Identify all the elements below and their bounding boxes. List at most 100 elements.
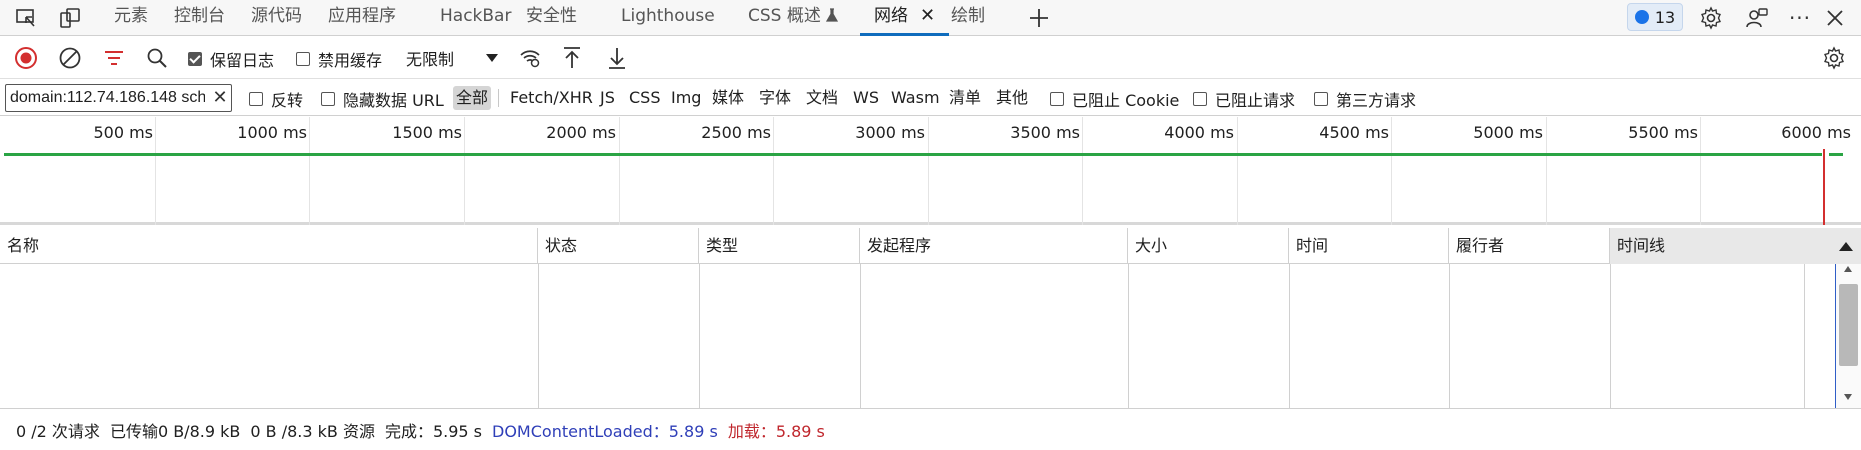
status-load-time: 加载：5.89 s bbox=[727, 421, 825, 441]
record-stop-icon[interactable] bbox=[12, 44, 40, 72]
scrollbar-thumb[interactable] bbox=[1839, 284, 1858, 366]
issues-badge[interactable]: 13 bbox=[1627, 3, 1683, 31]
column-header-status[interactable]: 状态 bbox=[538, 228, 699, 264]
throttling-select[interactable]: 无限制 bbox=[400, 45, 502, 71]
overview-gridline bbox=[928, 117, 929, 225]
settings-gear-icon[interactable] bbox=[1697, 4, 1725, 32]
column-header-time[interactable]: 时间 bbox=[1289, 228, 1449, 264]
status-request-count: 0 /2 次请求 bbox=[16, 421, 100, 441]
filter-type-doc[interactable]: 文档 bbox=[803, 86, 841, 110]
table-vertical-scrollbar[interactable] bbox=[1836, 264, 1861, 408]
filter-type-all[interactable]: 全部 bbox=[453, 86, 492, 110]
overview-tick-label: 3000 ms bbox=[855, 123, 925, 142]
table-header: 名称 状态 类型 发起程序 大小 时间 履行者 时间线 bbox=[0, 228, 1861, 264]
tab-hackbar[interactable]: HackBar bbox=[440, 0, 511, 36]
more-options-icon[interactable]: ··· bbox=[1786, 4, 1814, 32]
overview-gridline bbox=[1082, 117, 1083, 225]
tab-security[interactable]: 安全性 bbox=[526, 0, 577, 36]
overview-tick-label: 3500 ms bbox=[1010, 123, 1080, 142]
column-header-size[interactable]: 大小 bbox=[1128, 228, 1289, 264]
column-divider bbox=[860, 264, 861, 408]
invert-checkbox[interactable]: 反转 bbox=[249, 88, 303, 110]
filter-type-manifest[interactable]: 清单 bbox=[946, 86, 984, 110]
overview-request-bar bbox=[1829, 153, 1843, 156]
hide-data-urls-label: 隐藏数据 URL bbox=[343, 91, 444, 110]
column-header-type[interactable]: 类型 bbox=[699, 228, 860, 264]
filter-funnel-icon[interactable] bbox=[100, 44, 128, 72]
scroll-down-icon[interactable] bbox=[1844, 394, 1852, 400]
network-overview-timeline[interactable]: 500 ms 1000 ms 1500 ms 2000 ms 2500 ms 3… bbox=[0, 117, 1861, 225]
blocked-requests-label: 已阻止请求 bbox=[1215, 91, 1296, 110]
tab-css-overview[interactable]: CSS 概述 bbox=[748, 0, 839, 36]
filter-type-wasm[interactable]: Wasm bbox=[888, 86, 943, 110]
column-header-fulfilled-by[interactable]: 履行者 bbox=[1449, 228, 1610, 264]
overview-gridline bbox=[1237, 117, 1238, 225]
network-settings-gear-icon[interactable] bbox=[1820, 44, 1848, 72]
filter-type-js[interactable]: JS bbox=[597, 86, 618, 110]
preserve-log-check-icon bbox=[188, 52, 202, 66]
tab-css-overview-label: CSS 概述 bbox=[748, 6, 821, 26]
experiment-flask-icon bbox=[826, 8, 839, 22]
add-tab-icon[interactable] bbox=[1025, 4, 1053, 32]
filter-type-img[interactable]: Img bbox=[668, 86, 704, 110]
column-divider bbox=[1449, 264, 1450, 408]
search-icon[interactable] bbox=[143, 44, 171, 72]
blocked-cookies-checkbox[interactable]: 已阻止 Cookie bbox=[1050, 88, 1179, 110]
overview-tick-label: 4000 ms bbox=[1164, 123, 1234, 142]
inspect-element-icon[interactable] bbox=[12, 4, 40, 32]
filter-separator bbox=[498, 89, 499, 107]
filter-bar: ✕ 反转 隐藏数据 URL 全部 Fetch/XHR JS CSS Img 媒体… bbox=[0, 80, 1861, 116]
overview-tick-label: 5500 ms bbox=[1628, 123, 1698, 142]
invert-label: 反转 bbox=[271, 91, 304, 110]
scroll-up-icon[interactable] bbox=[1844, 266, 1852, 272]
overview-gridline bbox=[1546, 117, 1547, 225]
filter-type-other[interactable]: 其他 bbox=[993, 86, 1031, 110]
tab-elements[interactable]: 元素 bbox=[114, 0, 148, 36]
filter-input[interactable] bbox=[5, 84, 232, 112]
filter-type-css[interactable]: CSS bbox=[626, 86, 663, 110]
import-har-icon[interactable] bbox=[558, 44, 586, 72]
network-summary-bar: 0 /2 次请求 已传输0 B/8.9 kB 0 B /8.3 kB 资源 完成… bbox=[0, 408, 1861, 450]
overview-gridline bbox=[309, 117, 310, 225]
blocked-requests-checkbox[interactable]: 已阻止请求 bbox=[1193, 88, 1295, 110]
overview-tick-label: 4500 ms bbox=[1319, 123, 1389, 142]
chevron-down-icon bbox=[486, 54, 498, 62]
filter-type-ws[interactable]: WS bbox=[850, 86, 882, 110]
status-transferred: 已传输0 B/8.9 kB bbox=[109, 421, 241, 441]
export-har-icon[interactable] bbox=[603, 44, 631, 72]
network-conditions-icon[interactable] bbox=[516, 44, 544, 72]
column-header-waterfall[interactable]: 时间线 bbox=[1610, 228, 1861, 264]
clear-filter-icon[interactable]: ✕ bbox=[211, 88, 229, 108]
hide-data-urls-checkbox[interactable]: 隐藏数据 URL bbox=[321, 88, 444, 110]
overview-gridline bbox=[773, 117, 774, 225]
device-emulation-icon[interactable] bbox=[56, 4, 84, 32]
close-icon[interactable]: ✕ bbox=[920, 0, 935, 32]
third-party-check-icon bbox=[1314, 92, 1328, 106]
tab-application[interactable]: 应用程序 bbox=[328, 0, 396, 36]
third-party-checkbox[interactable]: 第三方请求 bbox=[1314, 88, 1416, 110]
overview-request-bar bbox=[4, 153, 1822, 156]
user-feedback-icon[interactable] bbox=[1743, 4, 1771, 32]
column-header-name[interactable]: 名称 bbox=[0, 228, 538, 264]
third-party-label: 第三方请求 bbox=[1336, 91, 1417, 110]
overview-tick-label: 5000 ms bbox=[1473, 123, 1543, 142]
filter-type-font[interactable]: 字体 bbox=[756, 86, 794, 110]
close-devtools-icon[interactable] bbox=[1821, 4, 1849, 32]
disable-cache-checkbox[interactable]: 禁用缓存 bbox=[296, 47, 382, 71]
tab-network[interactable]: 网络 ✕ bbox=[860, 0, 950, 36]
overview-gridline bbox=[1391, 117, 1392, 225]
filter-type-fetch-xhr[interactable]: Fetch/XHR bbox=[507, 86, 596, 110]
clear-icon[interactable] bbox=[56, 44, 84, 72]
column-header-initiator[interactable]: 发起程序 bbox=[860, 228, 1128, 264]
disable-cache-check-icon bbox=[296, 52, 310, 66]
tab-sources[interactable]: 源代码 bbox=[251, 0, 302, 36]
tab-lighthouse[interactable]: Lighthouse bbox=[621, 0, 715, 36]
tab-console[interactable]: 控制台 bbox=[174, 0, 225, 36]
preserve-log-label: 保留日志 bbox=[210, 51, 275, 70]
column-divider bbox=[699, 264, 700, 408]
overview-gridline bbox=[464, 117, 465, 225]
filter-type-media[interactable]: 媒体 bbox=[709, 86, 747, 110]
preserve-log-checkbox[interactable]: 保留日志 bbox=[188, 47, 274, 71]
tab-rendering[interactable]: 绘制 bbox=[951, 0, 985, 36]
overview-tick-label: 1500 ms bbox=[392, 123, 462, 142]
